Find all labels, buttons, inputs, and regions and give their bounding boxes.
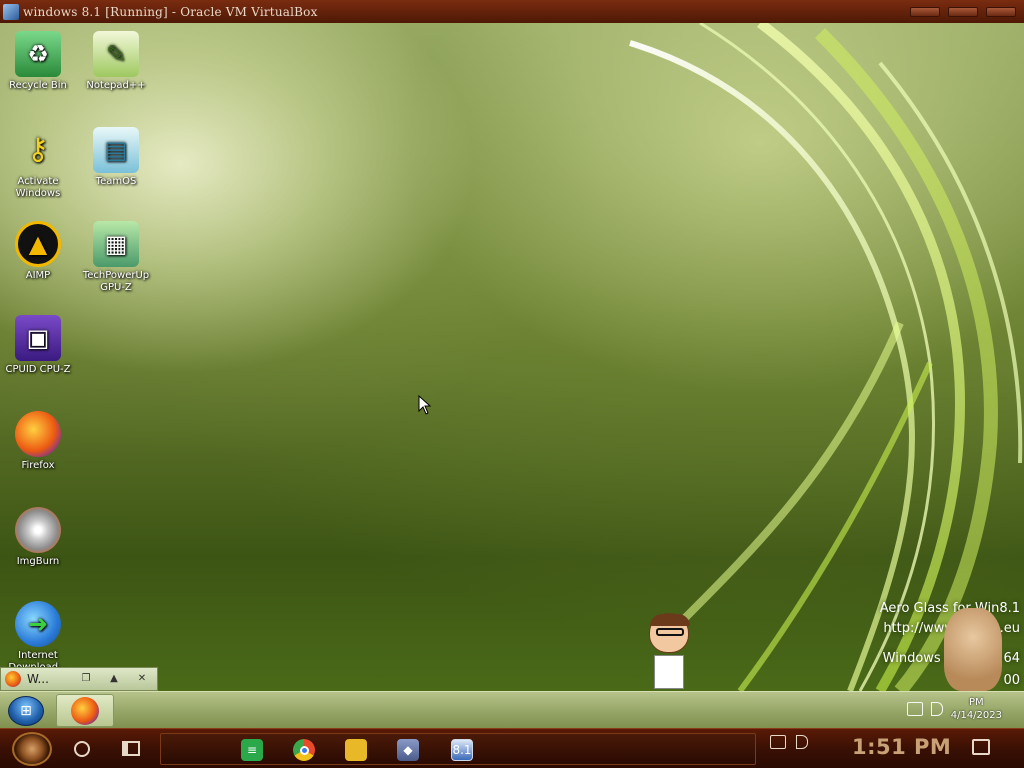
wallpaper-swoosh — [629, 23, 1023, 691]
desktop-icon-idm[interactable]: ➜ Internet Download... — [0, 601, 76, 674]
idm-icon: ➜ — [15, 601, 61, 647]
volume-icon[interactable] — [930, 702, 943, 716]
desktop-icon-label: TechPowerUp GPU-Z — [82, 270, 150, 293]
chrome-icon[interactable] — [293, 739, 315, 761]
taskbar-firefox-button[interactable] — [56, 694, 114, 727]
notes-icon[interactable]: ≡ — [241, 739, 263, 761]
teamos-icon: ▤ — [93, 127, 139, 173]
recycle-bin-icon: ♻ — [15, 31, 61, 77]
close-button[interactable]: ✕ — [131, 672, 153, 686]
host-start-button[interactable] — [12, 732, 52, 766]
firefox-icon — [71, 696, 99, 725]
network-icon[interactable] — [906, 702, 923, 716]
desktop-icon-aimp[interactable]: ▲ AIMP — [0, 221, 76, 282]
minimized-window-bar[interactable]: W... ❐ ▲ ✕ — [0, 667, 158, 691]
gpuz-icon: ▦ — [93, 221, 139, 267]
hamster-gadget-icon — [944, 608, 1002, 691]
host-taskbar: ≡ ◆ 8.1 1:51 PM — [0, 728, 1024, 768]
action-center-icon[interactable] — [972, 739, 990, 755]
host-clock[interactable]: 1:51 PM — [852, 735, 951, 759]
close-button[interactable] — [986, 6, 1016, 17]
aimp-icon: ▲ — [15, 221, 61, 267]
desktop-icon-label: AIMP — [25, 270, 51, 281]
desktop-icon-label: CPUID CPU-Z — [5, 364, 71, 375]
desktop-icon-recycle-bin[interactable]: ♻ Recycle Bin — [0, 31, 76, 92]
desktop-icon-gpuz[interactable]: ▦ TechPowerUp GPU-Z — [78, 221, 154, 294]
guest-clock-time: PM — [969, 697, 984, 708]
file-explorer-icon[interactable] — [345, 739, 367, 761]
maximize-button[interactable]: ▲ — [103, 672, 125, 686]
search-icon[interactable] — [74, 741, 90, 757]
desktop-icon-label: Recycle Bin — [9, 80, 67, 91]
volume-muted-icon[interactable] — [796, 735, 808, 749]
notepadpp-icon: ✎ — [93, 31, 139, 77]
task-view-icon[interactable] — [122, 741, 140, 756]
desktop-icon-label: Firefox — [21, 460, 55, 471]
guest-clock-date: 4/14/2023 — [950, 710, 1002, 721]
desktop-icon-label: Activate Windows — [15, 176, 61, 199]
virtualbox-icon[interactable]: ◆ — [397, 739, 419, 761]
aero-glass-build: 00 — [1003, 673, 1020, 688]
aero-glass-line1: Aero Glass for Win8.1 — [879, 601, 1020, 616]
guest-system-tray: PM 4/14/2023 — [906, 696, 1002, 722]
guest-desktop[interactable]: ♻ Recycle Bin ✎ Notepad++ ⚷ Activate Win… — [0, 23, 1024, 691]
mini-window-title: W... — [27, 672, 49, 686]
desktop-icon-teamos[interactable]: ▤ TeamOS — [78, 127, 154, 188]
desktop-icon-label: Notepad++ — [86, 80, 146, 91]
guest-start-button[interactable]: ⊞ — [8, 696, 44, 726]
desktop-icon-label: ImgBurn — [16, 556, 60, 567]
desktop-icon-imgburn[interactable]: ImgBurn — [0, 507, 76, 568]
host-titlebar: windows 8.1 [Running] - Oracle VM Virtua… — [0, 0, 1024, 23]
windows81-vm-icon[interactable]: 8.1 — [451, 739, 473, 761]
windows-logo-icon: ⊞ — [20, 703, 32, 719]
host-window-title: windows 8.1 [Running] - Oracle VM Virtua… — [23, 4, 318, 19]
cpuz-icon: ▣ — [15, 315, 61, 361]
virtualbox-icon — [3, 3, 19, 20]
firefox-icon — [15, 411, 61, 457]
guest-taskbar: ⊞ PM 4/14/2023 — [0, 691, 1024, 728]
firefox-icon — [5, 671, 21, 687]
cartoon-character-icon — [646, 613, 692, 691]
desktop-icon-firefox[interactable]: Firefox — [0, 411, 76, 472]
desktop-icon-cpuz[interactable]: ▣ CPUID CPU-Z — [0, 315, 76, 376]
host-system-tray — [770, 735, 808, 749]
minimize-button[interactable] — [910, 6, 940, 17]
restore-button[interactable] — [948, 6, 978, 17]
imgburn-icon — [15, 507, 61, 553]
desktop-icon-activate-windows[interactable]: ⚷ Activate Windows — [0, 127, 76, 200]
desktop-icon-label: TeamOS — [95, 176, 137, 187]
restore-button[interactable]: ❐ — [75, 672, 97, 686]
host-taskbar-apps: ≡ ◆ 8.1 — [160, 733, 756, 765]
desktop-icon-notepadpp[interactable]: ✎ Notepad++ — [78, 31, 154, 92]
mouse-cursor-icon — [418, 395, 432, 415]
guest-clock[interactable]: PM 4/14/2023 — [951, 696, 1002, 722]
key-icon: ⚷ — [27, 132, 49, 167]
network-icon[interactable] — [770, 735, 786, 749]
